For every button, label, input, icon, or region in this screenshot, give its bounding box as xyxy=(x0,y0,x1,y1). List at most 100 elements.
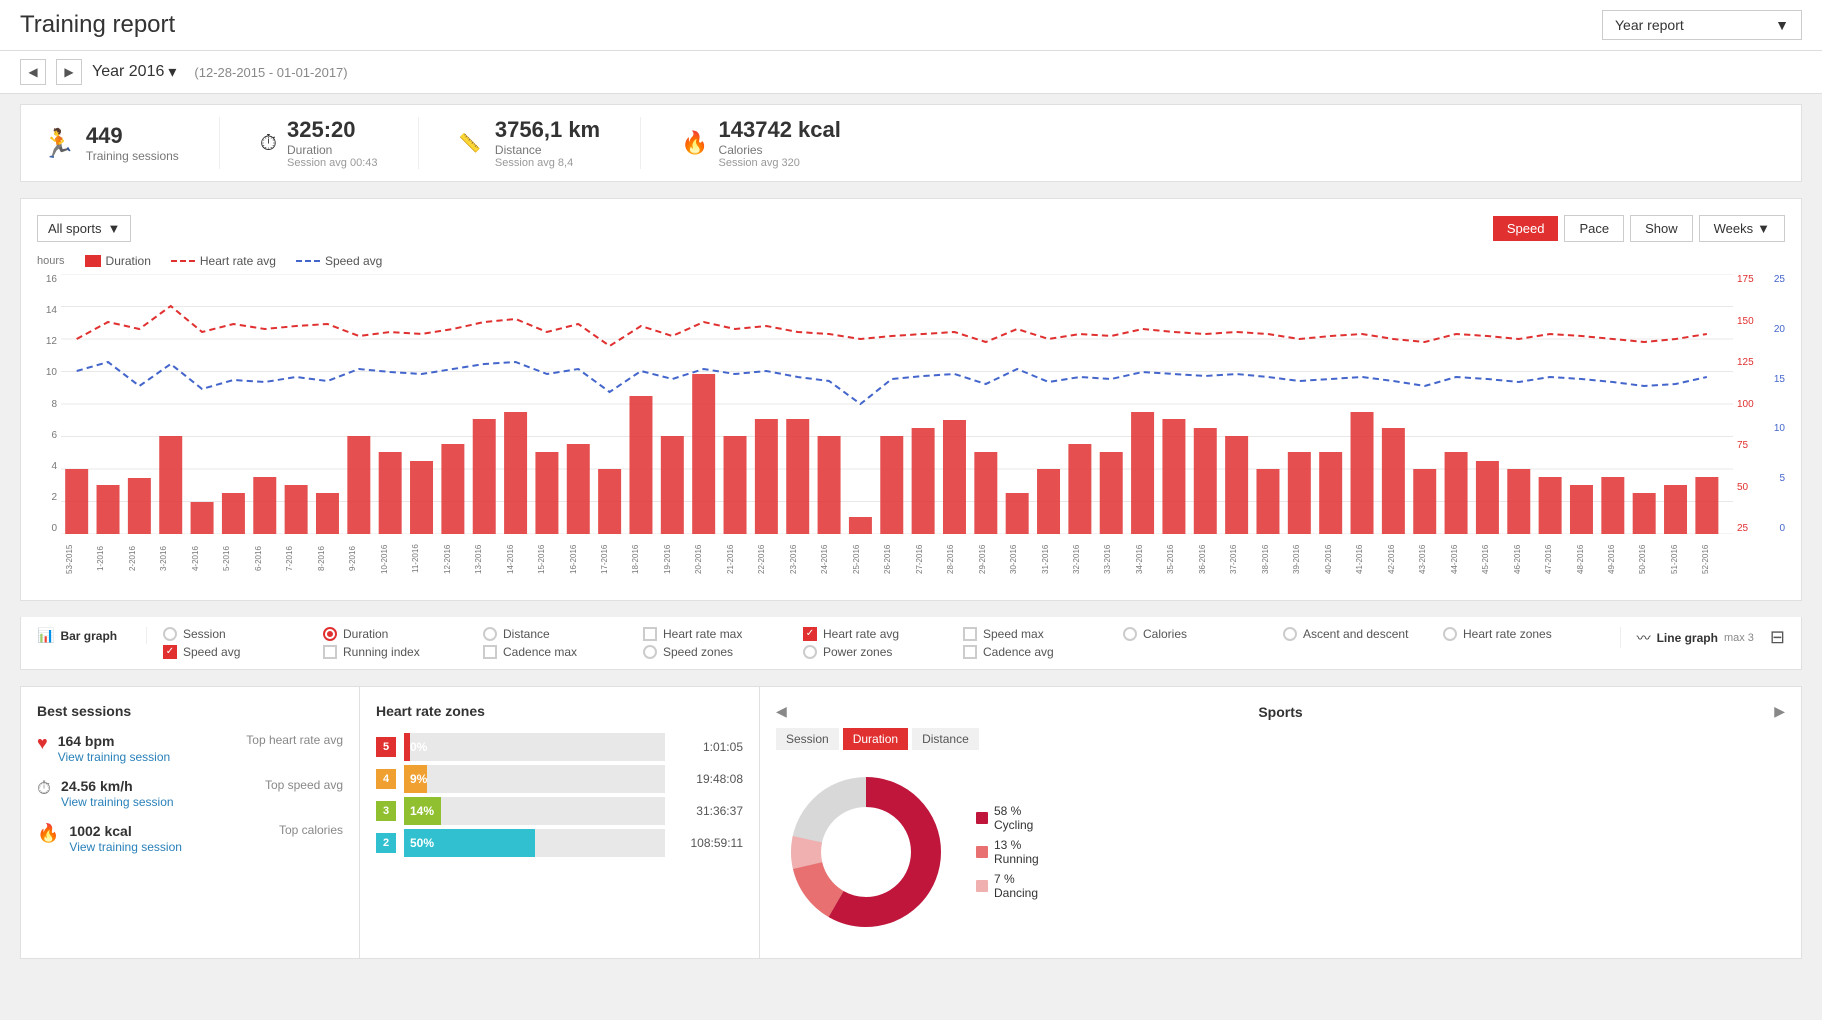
option-session-radio[interactable] xyxy=(163,627,177,641)
x-label: 11-2016 xyxy=(411,534,442,584)
year-label: Year 2016 xyxy=(92,63,164,81)
option-duration[interactable]: Duration xyxy=(323,627,483,641)
option-ascent-radio[interactable] xyxy=(1283,627,1297,641)
hr-zones-bars: 5 0% 1:01:05 4 9% 1 xyxy=(376,733,743,857)
dancing-color-swatch xyxy=(976,880,988,892)
option-distance-radio[interactable] xyxy=(483,627,497,641)
option-power-zones-radio[interactable] xyxy=(803,645,817,659)
bar-graph-label: Bar graph xyxy=(60,629,117,643)
option-speed-max-checkbox[interactable] xyxy=(963,627,977,641)
option-hr-avg-checkbox[interactable] xyxy=(803,627,817,641)
option-running-index[interactable]: Running index xyxy=(323,645,483,659)
sport-filter-dropdown[interactable]: All sports ▼ xyxy=(37,215,131,242)
x-label: 13-2016 xyxy=(474,534,505,584)
sports-tab-duration[interactable]: Duration xyxy=(843,728,908,750)
distance-sub: Session avg 8,4 xyxy=(495,157,600,169)
sports-tabs: Session Duration Distance xyxy=(776,728,1785,750)
option-speed-max[interactable]: Speed max xyxy=(963,627,1123,641)
option-cadence-avg-checkbox[interactable] xyxy=(963,645,977,659)
option-cadence-max-checkbox[interactable] xyxy=(483,645,497,659)
best-speed-value: 24.56 km/h xyxy=(61,778,174,794)
sports-tab-session[interactable]: Session xyxy=(776,728,839,750)
next-year-button[interactable]: ▶ xyxy=(56,59,82,85)
x-label: 53-2015 xyxy=(65,534,96,584)
x-label: 48-2016 xyxy=(1576,534,1607,584)
option-hr-zones-radio[interactable] xyxy=(1443,627,1457,641)
best-cal-link[interactable]: View training session xyxy=(69,840,182,854)
y-axis-left: 16 14 12 10 8 6 4 2 0 xyxy=(37,274,61,534)
legend-duration-label: Duration xyxy=(106,254,151,268)
x-label: 1-2016 xyxy=(96,534,127,584)
option-cadence-avg[interactable]: Cadence avg xyxy=(963,645,1123,659)
legend-heart-rate-label: Heart rate avg xyxy=(200,254,276,268)
x-label: 25-2016 xyxy=(852,534,883,584)
option-speed-zones[interactable]: Speed zones xyxy=(643,645,803,659)
best-speed-link[interactable]: View training session xyxy=(61,795,174,809)
year-report-dropdown[interactable]: Year report ▼ xyxy=(1602,10,1802,40)
best-sessions-title: Best sessions xyxy=(37,703,343,719)
session-label: Training sessions xyxy=(86,149,179,163)
option-session-label: Session xyxy=(183,627,226,641)
cycling-percent: 58 % xyxy=(994,804,1021,818)
stat-distance: 📏 3756,1 km Distance Session avg 8,4 xyxy=(459,117,642,169)
x-label: 22-2016 xyxy=(757,534,788,584)
option-duration-radio[interactable] xyxy=(323,627,337,641)
sport-filter-label: All sports xyxy=(48,221,101,236)
hr-zone-3: 3 14% 31:36:37 xyxy=(376,797,743,825)
x-label: 14-2016 xyxy=(506,534,537,584)
hr-zone-2-num: 2 xyxy=(376,833,396,853)
legend-bar-icon xyxy=(85,255,101,267)
hr-zone-4-fill: 9% xyxy=(404,765,427,793)
calories-label: Calories xyxy=(719,143,841,157)
option-ascent[interactable]: Ascent and descent xyxy=(1283,627,1443,641)
option-hr-zones[interactable]: Heart rate zones xyxy=(1443,627,1603,641)
x-label: 9-2016 xyxy=(348,534,379,584)
main-chart-svg xyxy=(61,274,1733,534)
best-hr-link[interactable]: View training session xyxy=(58,750,171,764)
x-label: 46-2016 xyxy=(1513,534,1544,584)
speed-button[interactable]: Speed xyxy=(1493,216,1559,241)
show-button[interactable]: Show xyxy=(1630,215,1693,242)
sports-nav-prev[interactable]: ◀ xyxy=(776,703,787,720)
distance-value: 3756,1 km xyxy=(495,117,600,143)
sports-tab-distance[interactable]: Distance xyxy=(912,728,979,750)
option-speed-avg-checkbox[interactable] xyxy=(163,645,177,659)
sports-panel: ◀ Sports ▶ Session Duration Distance xyxy=(760,686,1802,959)
prev-year-button[interactable]: ◀ xyxy=(20,59,46,85)
duration-label: Duration xyxy=(287,143,378,157)
legend-speed: Speed avg xyxy=(296,254,382,268)
weeks-button[interactable]: Weeks ▼ xyxy=(1699,215,1785,242)
option-heart-rate-avg[interactable]: Heart rate avg xyxy=(803,627,963,641)
pace-button[interactable]: Pace xyxy=(1564,215,1624,242)
option-calories-radio[interactable] xyxy=(1123,627,1137,641)
filter-icon[interactable]: ⊟ xyxy=(1770,627,1785,648)
nav-bar: ◀ ▶ Year 2016 ▾ (12-28-2015 - 01-01-2017… xyxy=(0,51,1822,94)
x-axis-labels: 53-20151-20162-20163-20164-20165-20166-2… xyxy=(65,534,1733,584)
x-label: 17-2016 xyxy=(600,534,631,584)
x-label: 6-2016 xyxy=(254,534,285,584)
x-label: 24-2016 xyxy=(820,534,851,584)
option-hr-max-checkbox[interactable] xyxy=(643,627,657,641)
line-graph-label: Line graph xyxy=(1657,631,1718,645)
option-calories[interactable]: Calories xyxy=(1123,627,1283,641)
timer-icon: ⏱ xyxy=(260,130,277,156)
option-session[interactable]: Session xyxy=(163,627,323,641)
option-speed-avg[interactable]: Speed avg xyxy=(163,645,323,659)
stat-training-sessions: 🏃 449 Training sessions xyxy=(41,117,220,169)
x-label: 35-2016 xyxy=(1166,534,1197,584)
option-speed-zones-radio[interactable] xyxy=(643,645,657,659)
option-heart-rate-max[interactable]: Heart rate max xyxy=(643,627,803,641)
option-hr-avg-label: Heart rate avg xyxy=(823,627,899,641)
header: Training report Year report ▼ xyxy=(0,0,1822,51)
flame-icon: 🔥 xyxy=(681,130,708,156)
year-selector[interactable]: Year 2016 ▾ xyxy=(92,62,176,82)
x-label: 43-2016 xyxy=(1418,534,1449,584)
option-running-index-checkbox[interactable] xyxy=(323,645,337,659)
x-label: 39-2016 xyxy=(1292,534,1323,584)
option-cadence-max[interactable]: Cadence max xyxy=(483,645,643,659)
option-distance[interactable]: Distance xyxy=(483,627,643,641)
sports-nav-next[interactable]: ▶ xyxy=(1774,703,1785,720)
option-power-zones[interactable]: Power zones xyxy=(803,645,963,659)
hr-zones-title: Heart rate zones xyxy=(376,703,743,719)
x-label: 36-2016 xyxy=(1198,534,1229,584)
